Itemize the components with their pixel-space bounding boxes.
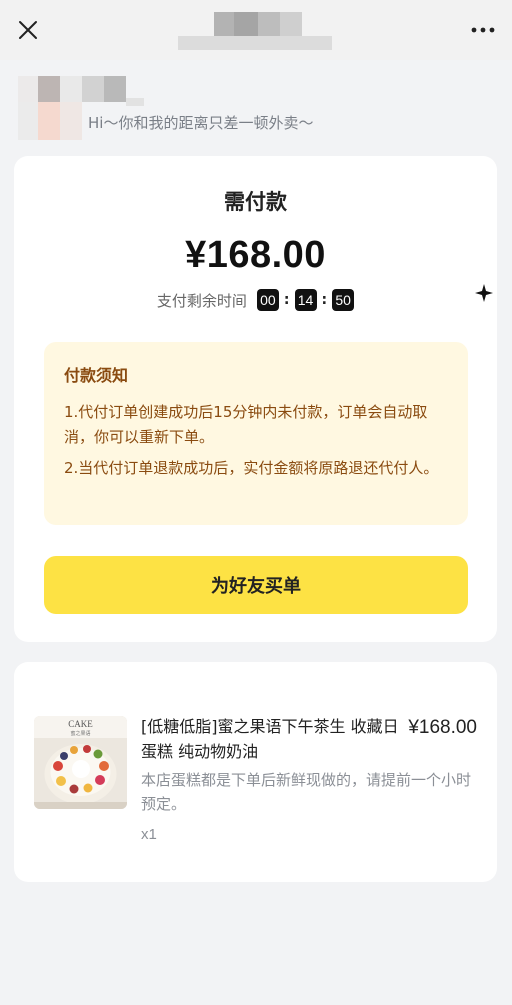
timer-hours: 00 <box>256 289 279 311</box>
page-title-blurred <box>178 12 332 52</box>
pay-amount: ¥168.00 <box>185 234 326 276</box>
timer-separator: : <box>321 292 328 308</box>
notice-item: 2.当代付订单退款成功后，实付金额将原路退还代付人。 <box>64 459 439 477</box>
image-sub-text: 蜜之果语 <box>70 730 90 737</box>
sparkle-icon <box>475 284 493 302</box>
notice-item: 1.代付订单创建成功后15分钟内未付款，订单会自动取消，你可以重新下单。 <box>64 403 428 446</box>
timer-minutes: 14 <box>294 289 317 311</box>
timer-separator: : <box>283 292 290 308</box>
countdown-timer: 支付剩余时间 00 : 14 : 50 <box>14 288 497 312</box>
product-name[interactable]: [低糖低脂]蜜之果语下午茶生 收藏日蛋糕 纯动物奶油 <box>141 714 403 764</box>
product-image[interactable]: CAKE 蜜之果语 <box>34 716 127 809</box>
nav-bar <box>0 0 512 60</box>
timer-label: 支付剩余时间 <box>156 291 247 310</box>
pay-title: 需付款 <box>224 190 287 214</box>
timer-seconds: 50 <box>332 289 355 311</box>
notice-title: 付款须知 <box>64 366 129 385</box>
buy-for-friend-button[interactable]: 为好友买单 <box>44 556 468 614</box>
greeting-text: Hi～你和我的距离只差一顿外卖～ <box>88 114 314 132</box>
order-card: CAKE 蜜之果语 [低糖低脂]蜜之果语下午茶生 收藏日蛋糕 纯动物奶油 ¥16… <box>14 662 497 882</box>
more-dots-icon[interactable] <box>470 20 496 40</box>
product-price: ¥168.00 <box>408 717 477 738</box>
payment-notice: 付款须知 1.代付订单创建成功后15分钟内未付款，订单会自动取消，你可以重新下单… <box>44 342 468 525</box>
close-icon[interactable] <box>16 18 40 42</box>
payment-card: 需付款 ¥168.00 支付剩余时间 00 : 14 : 50 付款须知 1.代… <box>14 156 497 642</box>
product-quantity: x1 <box>141 826 157 843</box>
image-brand-text: CAKE <box>68 719 93 729</box>
product-description: 本店蛋糕都是下单后新鲜现做的，请提前一个小时预定。 <box>141 771 472 813</box>
